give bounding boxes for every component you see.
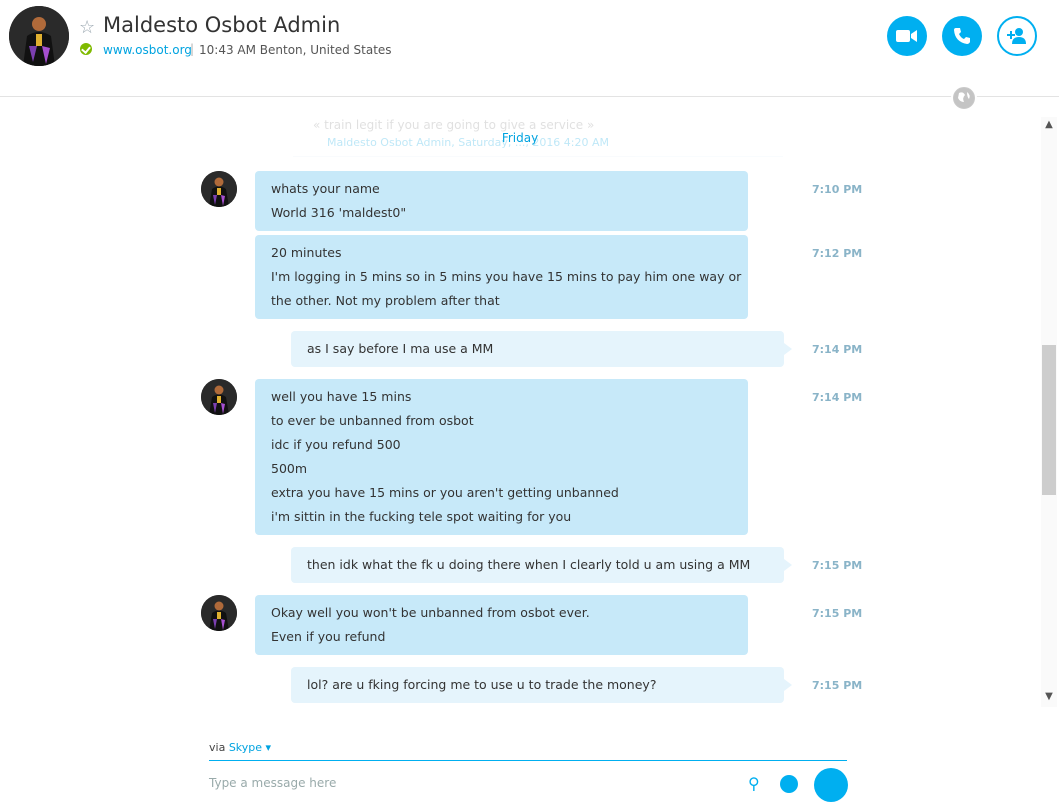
phone-icon: [954, 28, 970, 44]
contact-avatar[interactable]: [9, 6, 69, 66]
message-text-line: extra you have 15 mins or you aren't get…: [271, 485, 619, 500]
online-status-icon: [80, 43, 92, 55]
scroll-down-icon[interactable]: ▼: [1041, 691, 1057, 705]
message-timestamp: 7:15 PM: [812, 559, 863, 572]
message-text-line: whats your name: [271, 181, 380, 196]
audio-call-button[interactable]: [942, 16, 982, 56]
scroll-thumb[interactable]: [1042, 345, 1056, 495]
incoming-message[interactable]: Okay well you won't be unbanned from osb…: [255, 595, 748, 655]
header-separator: |: [190, 42, 195, 56]
incoming-message[interactable]: whats your name World 316 'maldest0": [255, 171, 748, 231]
message-timestamp: 7:12 PM: [812, 247, 863, 260]
quoted-message-text: « train legit if you are going to give a…: [313, 118, 595, 132]
sender-avatar[interactable]: [201, 171, 237, 207]
video-call-icon: [896, 30, 917, 42]
message-text-line: to ever be unbanned from osbot: [271, 413, 474, 428]
day-separator: Friday: [501, 131, 539, 145]
outgoing-message[interactable]: as I say before I ma use a MM: [291, 331, 792, 367]
message-text-line: well you have 15 mins: [271, 389, 412, 404]
message-input[interactable]: Type a message here: [209, 776, 336, 790]
message-timestamp: 7:10 PM: [812, 183, 863, 196]
message-text-line: the other. Not my problem after that: [271, 293, 500, 308]
contact-website-link[interactable]: www.osbot.org: [103, 43, 192, 57]
message-text-line: Even if you refund: [271, 629, 386, 644]
message-text-line: Okay well you won't be unbanned from osb…: [271, 605, 590, 620]
via-label: via: [209, 741, 226, 754]
messages-scrollbar[interactable]: ▲ ▼: [1041, 117, 1057, 707]
outgoing-message[interactable]: lol? are u fking forcing me to use u to …: [291, 667, 792, 703]
send-icon[interactable]: [814, 768, 848, 802]
contact-local-time-location: 10:43 AM Benton, United States: [199, 43, 392, 57]
composer-divider: [209, 760, 847, 761]
video-call-button[interactable]: [887, 16, 927, 56]
favorite-star-icon[interactable]: ☆: [79, 17, 95, 38]
message-text-line: I'm logging in 5 mins so in 5 mins you h…: [271, 269, 742, 284]
contact-name: Maldesto Osbot Admin: [103, 13, 341, 37]
message-timestamp: 7:15 PM: [812, 679, 863, 692]
send-via-selector[interactable]: via Skype ▾: [209, 741, 271, 754]
add-person-icon: [1007, 28, 1026, 44]
message-text-line: then idk what the fk u doing there when …: [307, 557, 751, 572]
sender-avatar[interactable]: [201, 379, 237, 415]
message-timestamp: 7:14 PM: [812, 343, 863, 356]
message-text-line: 20 minutes: [271, 245, 342, 260]
message-timestamp: 7:14 PM: [812, 391, 863, 404]
via-service[interactable]: Skype ▾: [229, 741, 271, 754]
incoming-message[interactable]: well you have 15 mins to ever be unbanned…: [255, 379, 748, 535]
emoji-icon[interactable]: [780, 775, 798, 793]
message-text-line: 500m: [271, 461, 308, 476]
message-text-line: as I say before I ma use a MM: [307, 341, 494, 356]
scroll-up-icon[interactable]: ▲: [1041, 119, 1057, 133]
conversation-header: ☆ Maldesto Osbot Admin www.osbot.org | 1…: [0, 0, 1059, 97]
paperclip-icon[interactable]: ⚲: [748, 774, 760, 793]
message-text-line: World 316 'maldest0": [271, 205, 407, 220]
message-text-line: i'm sittin in the fucking tele spot wait…: [271, 509, 572, 524]
outgoing-message[interactable]: then idk what the fk u doing there when …: [291, 547, 792, 583]
add-participant-button[interactable]: [997, 16, 1037, 56]
globe-icon[interactable]: [951, 85, 977, 111]
message-text-line: lol? are u fking forcing me to use u to …: [307, 677, 657, 692]
message-timestamp: 7:15 PM: [812, 607, 863, 620]
sender-avatar[interactable]: [201, 595, 237, 631]
incoming-message[interactable]: 20 minutes I'm logging in 5 mins so in 5 …: [255, 235, 748, 319]
message-text-line: idc if you refund 500: [271, 437, 401, 452]
